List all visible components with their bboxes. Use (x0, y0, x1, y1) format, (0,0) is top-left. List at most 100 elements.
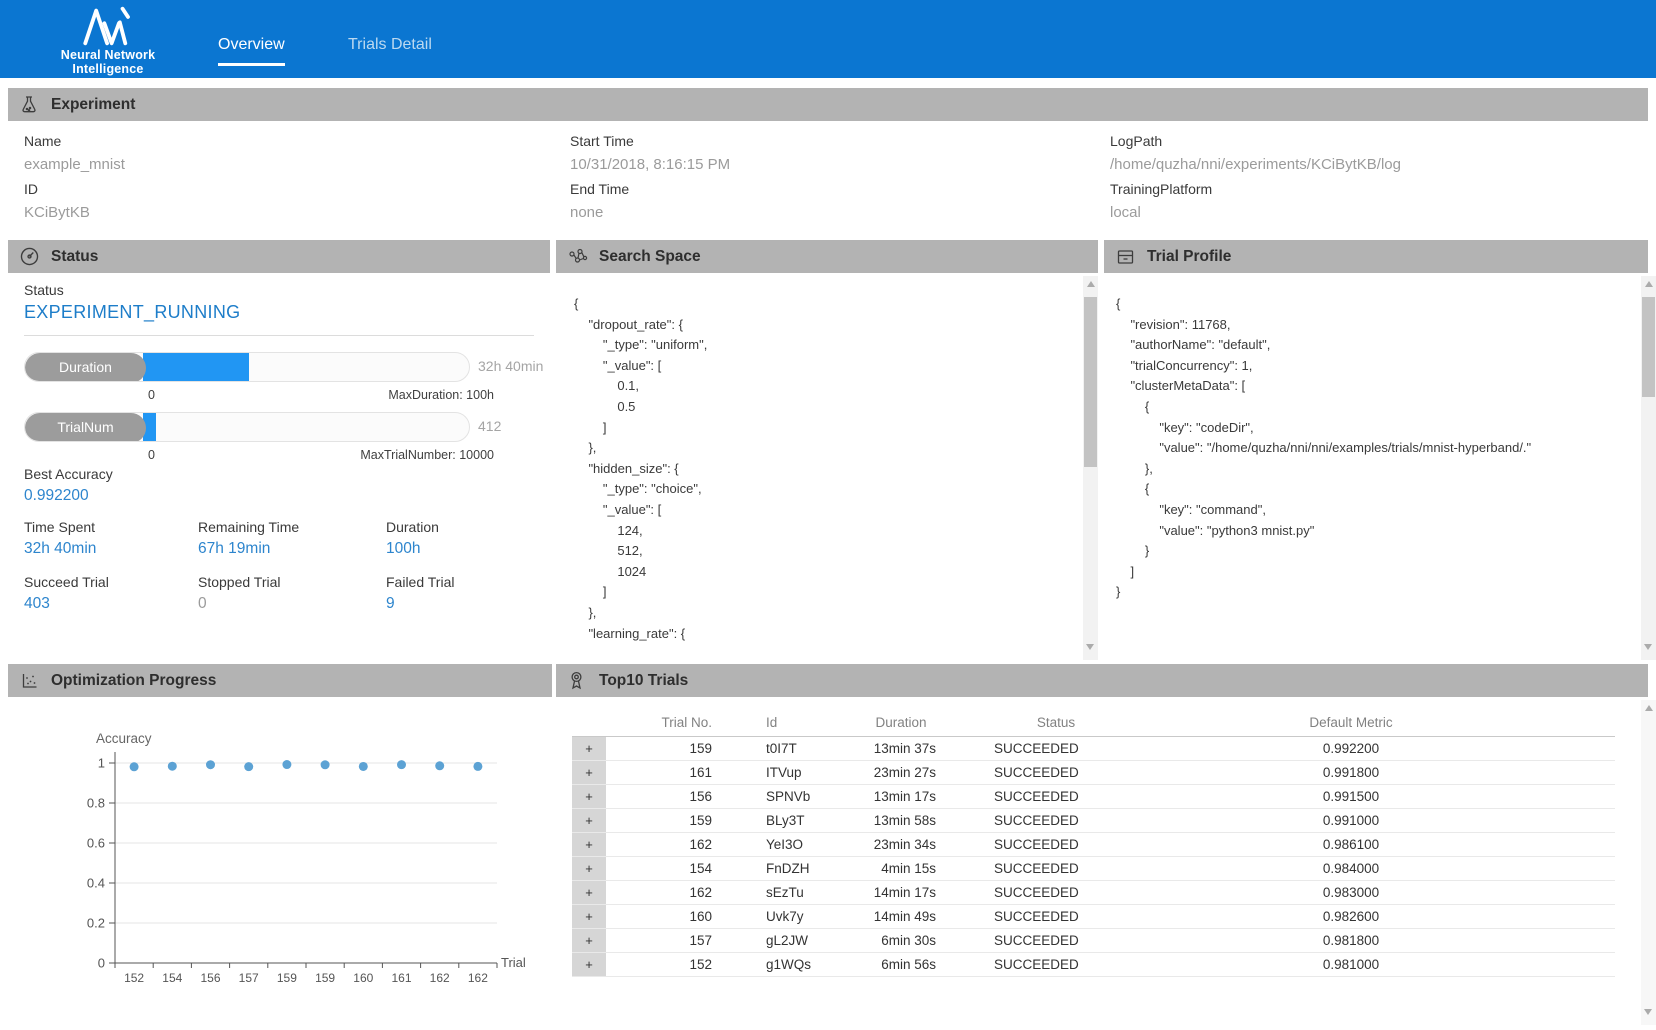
stat-value: 0 (198, 595, 370, 613)
field-label: Name (24, 129, 125, 153)
stat-label: Time Spent (24, 519, 196, 535)
progress-current-value: 412 (478, 418, 501, 434)
scatter-chart-icon (20, 671, 40, 691)
experiment-status-value: EXPERIMENT_RUNNING (24, 302, 240, 323)
trial-row: +157gL2JW6min 30sSUCCEEDED0.981800 (572, 928, 1615, 952)
expand-row-button[interactable]: + (572, 760, 606, 784)
search-space-panel: { "dropout_rate": { "_type": "uniform", … (556, 273, 1098, 660)
trial-metric-cell: 0.991000 (1136, 808, 1566, 832)
scatter-point[interactable] (168, 762, 177, 771)
top10-scrollbar[interactable] (1641, 700, 1656, 1025)
trial-status-cell: SUCCEEDED (936, 832, 1136, 856)
trial-status-cell: SUCCEEDED (936, 760, 1136, 784)
expand-row-button[interactable]: + (572, 808, 606, 832)
nni-logo: Neural Network Intelligence (24, 4, 192, 76)
stat-label: Remaining Time (198, 519, 370, 535)
scatter-point[interactable] (473, 762, 482, 771)
expand-row-button[interactable]: + (572, 832, 606, 856)
field-label: ID (24, 177, 125, 201)
trial-no-cell: 154 (606, 856, 716, 880)
top10-trials-panel: Trial No. Id Duration Status Default Met… (556, 697, 1641, 1030)
expand-row-button[interactable]: + (572, 904, 606, 928)
y-tick-label: 0.8 (87, 796, 105, 811)
x-tick-label: 157 (239, 971, 259, 985)
scrollbar-thumb[interactable] (1084, 297, 1097, 467)
y-tick-label: 0 (98, 956, 105, 971)
trials-tbody: +159t0I7T13min 37sSUCCEEDED0.992200+161I… (572, 736, 1615, 976)
trial-metric-cell: 0.981000 (1136, 952, 1566, 976)
trial-id-cell: SPNVb (716, 784, 866, 808)
column-header-default-metric: Default Metric (1136, 709, 1566, 736)
trial-status-cell: SUCCEEDED (936, 784, 1136, 808)
stat-label: Succeed Trial (24, 574, 196, 590)
trial-profile-json: { "revision": 11768, "authorName": "defa… (1116, 294, 1531, 603)
y-tick-label: 1 (98, 756, 105, 771)
trial-duration-cell: 13min 58s (866, 808, 936, 832)
trial-no-cell: 157 (606, 928, 716, 952)
scatter-point[interactable] (206, 760, 215, 769)
column-header-id: Id (716, 709, 866, 736)
x-tick-label: 162 (468, 971, 488, 985)
scrollbar-thumb[interactable] (1642, 297, 1655, 397)
trial-id-cell: FnDZH (716, 856, 866, 880)
scroll-up-icon[interactable] (1645, 705, 1653, 711)
scatter-point[interactable] (244, 762, 253, 771)
search-space-scrollbar[interactable] (1083, 276, 1098, 660)
trial-no-cell: 159 (606, 808, 716, 832)
scatter-point[interactable] (397, 760, 406, 769)
expand-row-button[interactable]: + (572, 880, 606, 904)
scroll-up-icon[interactable] (1645, 281, 1653, 287)
progress-label: Duration (25, 353, 146, 382)
trial-row: +156SPNVb13min 17sSUCCEEDED0.991500 (572, 784, 1615, 808)
scroll-down-icon[interactable] (1086, 644, 1094, 650)
stat-value: 100h (386, 540, 558, 558)
filler-cell (1566, 904, 1615, 928)
scatter-point[interactable] (282, 760, 291, 769)
scatter-point[interactable] (359, 762, 368, 771)
trial-row: +162YeI3O23min 34sSUCCEEDED0.986100 (572, 832, 1615, 856)
trial-metric-cell: 0.982600 (1136, 904, 1566, 928)
stat-value: 32h 40min (24, 540, 196, 558)
trial-metric-cell: 0.991800 (1136, 760, 1566, 784)
x-tick-label: 154 (162, 971, 182, 985)
scroll-down-icon[interactable] (1644, 644, 1652, 650)
stat-value: 67h 19min (198, 540, 370, 558)
accuracy-scatter-plot: Accuracy Trial 10.80.60.40.2015215415615… (8, 697, 552, 1030)
expand-row-button[interactable]: + (572, 952, 606, 976)
trial-metric-cell: 0.992200 (1136, 736, 1566, 760)
trial-id-cell: BLy3T (716, 808, 866, 832)
trial-row: +152g1WQs6min 56sSUCCEEDED0.981000 (572, 952, 1615, 976)
trial-no-cell: 161 (606, 760, 716, 784)
filler-cell (1566, 832, 1615, 856)
trial-metric-cell: 0.984000 (1136, 856, 1566, 880)
field-value: 10/31/2018, 8:16:15 PM (570, 153, 730, 177)
field-value: example_mnist (24, 153, 125, 177)
scroll-down-icon[interactable] (1644, 1009, 1652, 1015)
best-accuracy: Best Accuracy 0.992200 (24, 466, 196, 505)
progress-max: MaxTrialNumber: 10000 (24, 448, 494, 462)
tab-trials-detail[interactable]: Trials Detail (348, 36, 432, 63)
expand-row-button[interactable]: + (572, 856, 606, 880)
filler-cell (1566, 736, 1615, 760)
trial-no-cell: 162 (606, 880, 716, 904)
progress-fill (143, 353, 249, 382)
trial-profile-scrollbar[interactable] (1641, 276, 1656, 660)
brand-text: Neural Network Intelligence (24, 48, 192, 76)
tab-overview[interactable]: Overview (218, 36, 285, 66)
x-tick-label: 159 (277, 971, 297, 985)
stat-value: 9 (386, 595, 558, 613)
trial-id-cell: Uvk7y (716, 904, 866, 928)
expand-row-button[interactable]: + (572, 784, 606, 808)
trial-id-cell: sEzTu (716, 880, 866, 904)
trial-metric-cell: 0.991500 (1136, 784, 1566, 808)
expand-row-button[interactable]: + (572, 928, 606, 952)
search-space-section-header: Search Space (556, 240, 1098, 273)
scatter-point[interactable] (130, 762, 139, 771)
network-icon (568, 247, 588, 267)
expand-row-button[interactable]: + (572, 736, 606, 760)
trial-duration-cell: 14min 17s (866, 880, 936, 904)
scroll-up-icon[interactable] (1087, 281, 1095, 287)
scatter-point[interactable] (321, 760, 330, 769)
scatter-point[interactable] (435, 761, 444, 770)
progress-label: TrialNum (25, 413, 146, 442)
